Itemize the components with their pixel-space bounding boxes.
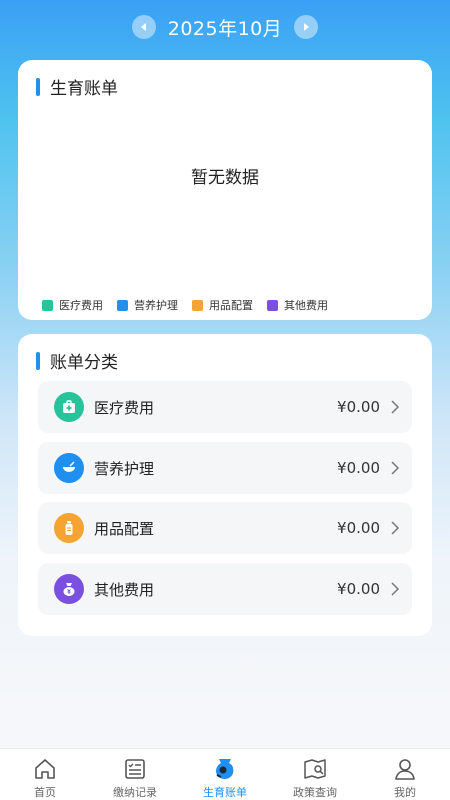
- legend-swatch: [117, 299, 128, 311]
- nav-label: 我的: [394, 786, 416, 799]
- bill-card-title: 生育账单: [36, 74, 118, 99]
- category-amount: ¥0.00: [337, 459, 380, 477]
- bottle-icon: [54, 513, 84, 543]
- medical-kit-icon: [54, 392, 84, 422]
- chevron-right-icon: [391, 400, 400, 414]
- legend-item-other[interactable]: 其他费用: [267, 297, 328, 313]
- bowl-icon: [54, 453, 84, 483]
- legend-label: 用品配置: [209, 299, 253, 312]
- category-amount: ¥0.00: [337, 580, 380, 598]
- category-card-title: 账单分类: [36, 348, 118, 373]
- legend-swatch: [192, 299, 203, 311]
- legend-item-medical[interactable]: 医疗费用: [42, 297, 103, 313]
- category-amount: ¥0.00: [337, 519, 380, 537]
- category-amount: ¥0.00: [337, 398, 380, 416]
- nav-label: 生育账单: [203, 786, 247, 799]
- legend-label: 其他费用: [284, 299, 328, 312]
- legend-label: 医疗费用: [59, 299, 103, 312]
- caret-left-icon: [140, 23, 146, 31]
- empty-state-text: 暂无数据: [191, 168, 259, 188]
- current-month[interactable]: 2025年10月: [168, 14, 283, 41]
- bill-chart-card: 生育账单 暂无数据 医疗费用 营养护理 用品配置 其他费用: [18, 60, 432, 320]
- title-accent-bar: [36, 351, 40, 370]
- home-icon: [35, 759, 55, 779]
- nav-label: 首页: [34, 786, 56, 799]
- category-label: 用品配置: [94, 519, 155, 538]
- next-month-button[interactable]: [294, 15, 319, 39]
- caret-right-icon: [304, 23, 310, 31]
- category-row-other[interactable]: 其他费用 ¥0.00: [38, 563, 412, 615]
- category-row-supplies[interactable]: 用品配置 ¥0.00: [38, 502, 412, 554]
- legend-label: 营养护理: [134, 299, 178, 312]
- nav-item-records[interactable]: 缴纳记录: [90, 749, 180, 800]
- category-label: 营养护理: [94, 459, 155, 478]
- legend-swatch: [42, 299, 53, 311]
- category-row-medical[interactable]: 医疗费用 ¥0.00: [38, 381, 412, 433]
- category-label: 其他费用: [94, 580, 155, 599]
- chevron-right-icon: [391, 461, 400, 475]
- category-card-title-text: 账单分类: [50, 353, 118, 373]
- nav-item-profile[interactable]: 我的: [360, 749, 450, 800]
- chart-legend: 医疗费用 营养护理 用品配置 其他费用: [42, 297, 328, 313]
- prev-month-button[interactable]: [131, 15, 156, 39]
- legend-swatch: [267, 299, 278, 311]
- baby-bill-icon: [216, 759, 234, 779]
- profile-icon: [395, 759, 415, 780]
- money-bag-icon: [54, 574, 84, 604]
- nav-item-policy[interactable]: 政策查询: [270, 749, 360, 800]
- policy-search-icon: [304, 759, 326, 779]
- nav-label: 缴纳记录: [113, 786, 157, 799]
- bottom-nav-bar: 首页 缴纳记录 生育账单 政策查询 我的: [0, 748, 450, 800]
- title-accent-bar: [36, 77, 40, 96]
- legend-item-nutrition[interactable]: 营养护理: [117, 297, 178, 313]
- category-label: 医疗费用: [94, 398, 155, 417]
- records-icon: [125, 759, 145, 779]
- category-row-nutrition[interactable]: 营养护理 ¥0.00: [38, 442, 412, 494]
- month-switcher: 2025年10月: [0, 12, 450, 42]
- chevron-right-icon: [391, 582, 400, 596]
- nav-label: 政策查询: [293, 786, 337, 799]
- chevron-right-icon: [391, 521, 400, 535]
- bill-card-title-text: 生育账单: [50, 79, 118, 99]
- legend-item-supplies[interactable]: 用品配置: [192, 297, 253, 313]
- bill-category-card: 账单分类 医疗费用 ¥0.00 营养护理 ¥0.00 用品配置 ¥0.00 其他…: [18, 334, 432, 636]
- nav-item-baby-bill[interactable]: 生育账单: [180, 749, 270, 800]
- nav-item-home[interactable]: 首页: [0, 749, 90, 800]
